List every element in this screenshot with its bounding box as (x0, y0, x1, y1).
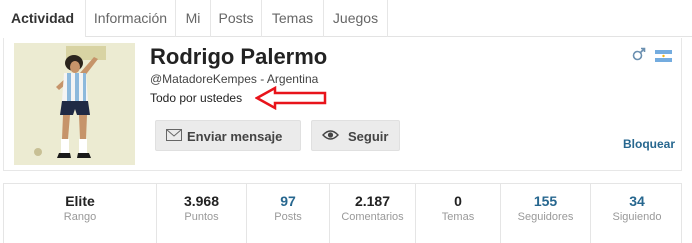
male-icon (632, 47, 646, 61)
profile-country: Argentina (266, 72, 319, 86)
stat-value: 0 (454, 193, 462, 209)
tab-juegos[interactable]: Juegos (324, 0, 388, 37)
stat-value[interactable]: 97 (247, 193, 329, 209)
stat-label: Rango (63, 211, 97, 223)
stat-rango: Elite Rango (4, 184, 157, 243)
tab-temas[interactable]: Temas (262, 0, 324, 37)
profile-stats: Elite Rango 3.968 Puntos 97 Posts 2.187 … (3, 183, 682, 243)
stat-label: Siguiendo (612, 211, 662, 223)
stat-label: Seguidores (517, 211, 574, 223)
profile-header: Rodrigo Palermo @MatadoreKempes - Argent… (3, 38, 682, 171)
avatar[interactable] (14, 43, 135, 165)
stat-value[interactable]: 155 (501, 193, 590, 209)
stat-posts[interactable]: 97 Posts (247, 184, 330, 243)
follow-label: Seguir (348, 129, 389, 144)
send-message-button[interactable]: Enviar mensaje (155, 120, 301, 151)
envelope-icon (166, 129, 182, 141)
profile-handle-line: @MatadoreKempes - Argentina (150, 72, 318, 86)
stat-siguiendo[interactable]: 34 Siguiendo (591, 184, 683, 243)
tab-informacion[interactable]: Información (86, 0, 176, 37)
stat-comentarios: 2.187 Comentarios (330, 184, 416, 243)
tab-mi[interactable]: Mi (176, 0, 211, 37)
profile-tabs: Actividad Información Mi Posts Temas Jue… (0, 0, 692, 37)
stat-seguidores[interactable]: 155 Seguidores (501, 184, 591, 243)
stat-value[interactable]: 34 (591, 193, 683, 209)
send-message-label: Enviar mensaje (187, 129, 283, 144)
profile-tagline: Todo por ustedes (150, 91, 243, 105)
stat-value: 3.968 (183, 193, 220, 209)
left-arrow-icon (255, 86, 327, 110)
stat-puntos: 3.968 Puntos (157, 184, 247, 243)
stat-label: Puntos (184, 211, 219, 223)
eye-icon (322, 130, 339, 140)
profile-handle: @MatadoreKempes (150, 72, 257, 86)
stat-label: Comentarios (341, 211, 404, 223)
stat-value: 2.187 (354, 193, 391, 209)
tab-posts[interactable]: Posts (211, 0, 262, 37)
stat-label: Posts (274, 211, 302, 223)
tab-actividad[interactable]: Actividad (0, 0, 86, 37)
stat-label: Temas (441, 211, 475, 223)
follow-button[interactable]: Seguir (311, 120, 400, 151)
handle-separator: - (256, 72, 267, 86)
stat-temas: 0 Temas (416, 184, 501, 243)
argentina-flag-icon (655, 50, 672, 62)
stat-value: Elite (65, 193, 95, 209)
profile-name: Rodrigo Palermo (150, 44, 328, 69)
block-link[interactable]: Bloquear (623, 137, 675, 151)
